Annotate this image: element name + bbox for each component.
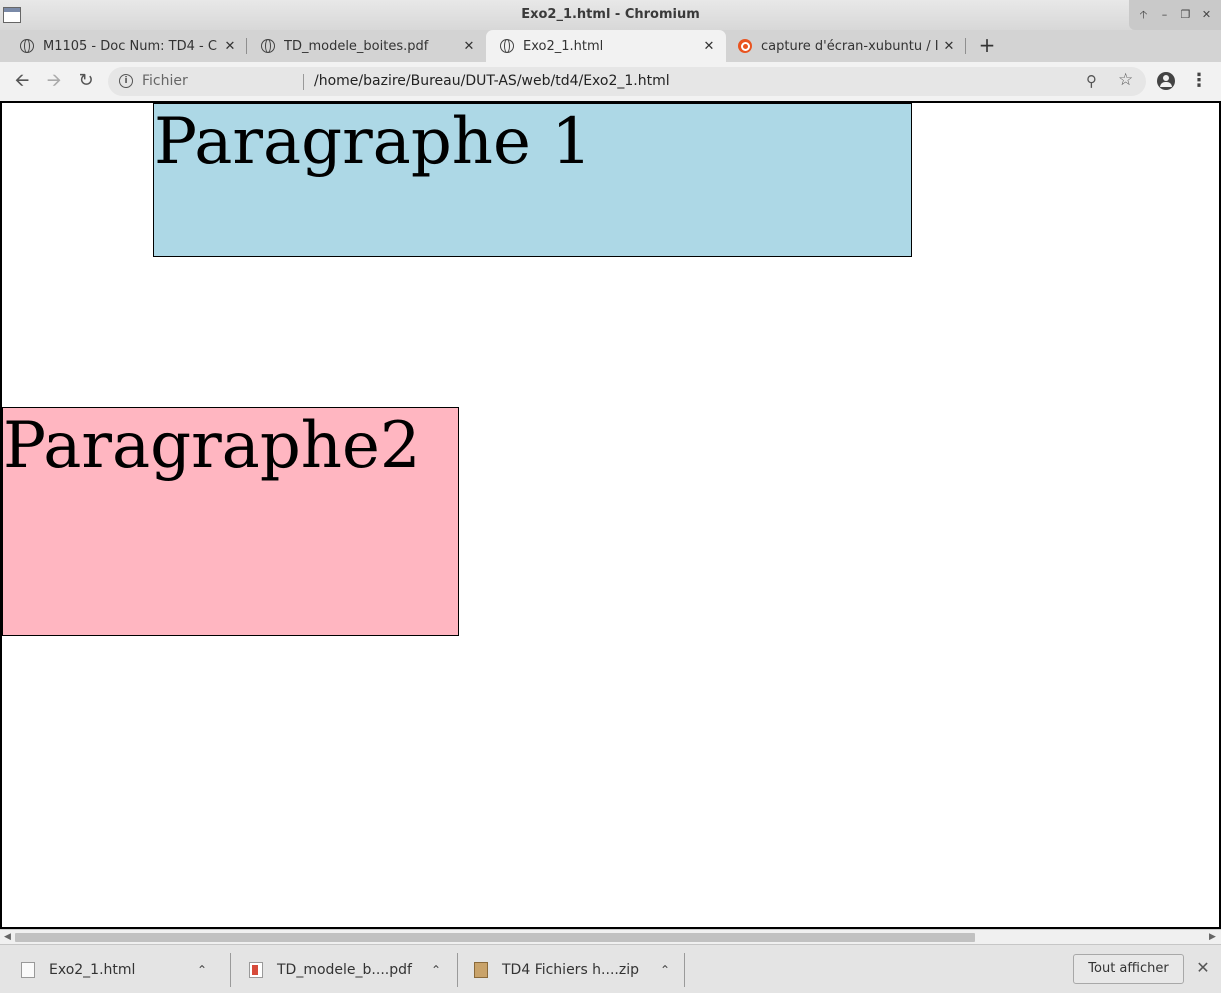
html-file-icon [21, 961, 35, 978]
chevron-up-icon[interactable]: ⌃ [197, 963, 207, 977]
close-tab-icon[interactable]: ✕ [223, 39, 237, 54]
site-info-icon[interactable]: i [119, 74, 133, 88]
chevron-up-icon[interactable]: ⌃ [660, 963, 670, 977]
globe-icon [20, 39, 34, 53]
url-text[interactable]: /home/bazire/Bureau/DUT-AS/web/td4/Exo2_… [314, 73, 670, 89]
title-bar: Exo2_1.html - Chromium 🡡 – ❐ ✕ [0, 0, 1221, 30]
download-shelf: Exo2_1.html ⌃ TD_modele_b....pdf ⌃ TD4 F… [0, 944, 1221, 993]
bookmark-star-icon[interactable]: ☆ [1118, 70, 1133, 90]
download-separator [684, 953, 685, 987]
browser-window: Exo2_1.html - Chromium 🡡 – ❐ ✕ M1105 - D… [0, 0, 1221, 993]
globe-icon [500, 39, 514, 53]
ubuntu-icon [738, 39, 752, 53]
maximize-window-icon[interactable]: ❐ [1177, 7, 1195, 23]
forward-button[interactable]: 🡪 [42, 69, 66, 93]
show-all-downloads-button[interactable]: Tout afficher [1073, 954, 1184, 984]
address-divider [303, 74, 304, 90]
zoom-icon[interactable]: ⚲ [1086, 72, 1097, 90]
tab-m1105[interactable]: M1105 - Doc Num: TD4 - C ✕ [0, 30, 247, 62]
tab-label: capture d'écran-xubuntu / I [761, 38, 939, 54]
chevron-up-icon[interactable]: ⌃ [431, 963, 441, 977]
page-viewport: Paragraphe 1 Paragraphe2 [0, 101, 1221, 929]
scroll-left-icon[interactable]: ◀ [4, 932, 11, 942]
horizontal-scrollbar[interactable]: ◀ ▶ [0, 929, 1221, 944]
address-bar[interactable]: i Fichier /home/bazire/Bureau/DUT-AS/web… [108, 67, 1146, 96]
new-tab-button[interactable]: + [976, 30, 998, 62]
forward-arrow-icon: 🡪 [46, 70, 62, 91]
tab-label: M1105 - Doc Num: TD4 - C [43, 38, 217, 54]
profile-avatar-icon[interactable] [1157, 72, 1175, 90]
tab-exo2-1[interactable]: Exo2_1.html ✕ [486, 30, 726, 62]
globe-icon [261, 39, 275, 53]
window-title: Exo2_1.html - Chromium [521, 7, 700, 22]
paragraph-1: Paragraphe 1 [153, 103, 912, 257]
tab-separator [965, 38, 966, 54]
tab-strip: M1105 - Doc Num: TD4 - C ✕ TD_modele_boi… [0, 30, 1221, 62]
minimize-window-icon[interactable]: – [1156, 7, 1174, 23]
download-label: TD_modele_b....pdf [277, 961, 412, 978]
scrollbar-thumb[interactable] [15, 933, 975, 942]
tab-label: TD_modele_boites.pdf [284, 38, 429, 54]
browser-menu-icon[interactable]: ⋮ [1190, 70, 1208, 92]
window-controls: 🡡 – ❐ ✕ [1129, 0, 1221, 30]
zip-file-icon [474, 961, 488, 978]
back-button[interactable]: 🡨 [10, 69, 34, 93]
shade-window-icon[interactable]: 🡡 [1135, 7, 1153, 23]
download-label: Exo2_1.html [49, 961, 136, 978]
close-tab-icon[interactable]: ✕ [942, 39, 956, 54]
close-tab-icon[interactable]: ✕ [462, 39, 476, 54]
scroll-right-icon[interactable]: ▶ [1209, 932, 1216, 942]
browser-toolbar: 🡨 🡪 ↻ i Fichier /home/bazire/Bureau/DUT-… [0, 62, 1221, 101]
reload-button[interactable]: ↻ [74, 69, 98, 93]
tab-capture-xubuntu[interactable]: capture d'écran-xubuntu / I ✕ [726, 30, 966, 62]
tab-td-modele-boites[interactable]: TD_modele_boites.pdf ✕ [247, 30, 486, 62]
reload-icon: ↻ [78, 70, 94, 91]
download-item-td4-zip[interactable]: TD4 Fichiers h....zip ⌃ [458, 945, 685, 993]
download-label: TD4 Fichiers h....zip [502, 961, 639, 978]
close-window-icon[interactable]: ✕ [1198, 7, 1216, 23]
close-download-shelf-icon[interactable]: ✕ [1194, 957, 1212, 979]
close-tab-icon[interactable]: ✕ [702, 39, 716, 54]
paragraph-2: Paragraphe2 [2, 407, 459, 636]
scheme-label: Fichier [142, 73, 188, 89]
tab-label: Exo2_1.html [523, 38, 604, 54]
download-item-exo2[interactable]: Exo2_1.html ⌃ [0, 945, 231, 993]
download-item-td-modele[interactable]: TD_modele_b....pdf ⌃ [231, 945, 458, 993]
back-arrow-icon: 🡨 [14, 70, 30, 91]
pdf-file-icon [249, 961, 263, 978]
